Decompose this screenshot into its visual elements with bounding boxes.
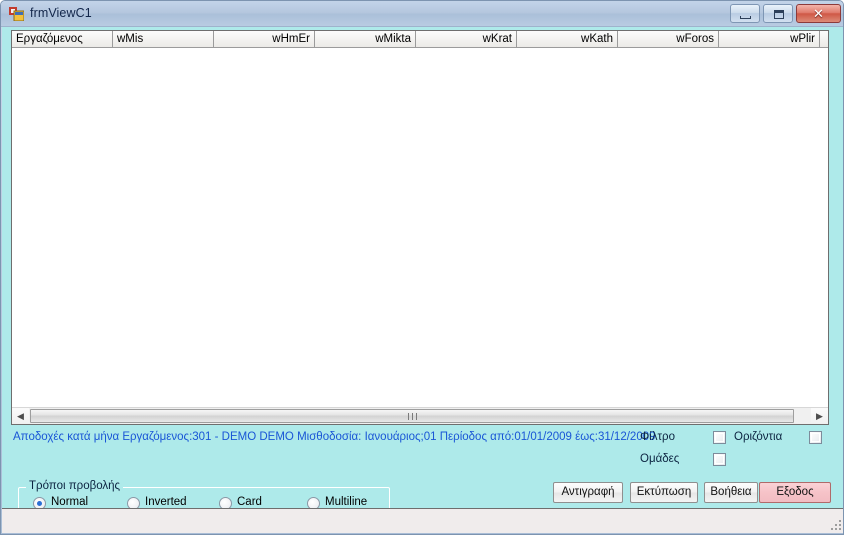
scrollbar-thumb[interactable] (30, 409, 794, 423)
close-button[interactable]: ✕ (796, 4, 841, 23)
resize-grip-icon[interactable] (830, 519, 841, 530)
scroll-right-button[interactable]: ▶ (811, 408, 828, 424)
groups-label: Ομάδες (640, 453, 680, 465)
chevron-right-icon: ▶ (816, 411, 823, 421)
grid-column-header[interactable]: wKrat (416, 31, 517, 48)
help-button[interactable]: Βοήθεια (704, 482, 758, 503)
chevron-left-icon: ◀ (17, 411, 24, 421)
scrollbar-grip-icon (408, 413, 417, 420)
filter-label: Φίλτρο (640, 431, 675, 443)
print-button[interactable]: Εκτύπωση (630, 482, 698, 503)
radio-label-inverted: Inverted (145, 496, 187, 508)
window-controls: ✕ (730, 4, 841, 23)
minimize-button[interactable] (730, 4, 760, 23)
grid-header-row: Εργαζόμενος wMis wHmEr wMikta wKrat wKat… (12, 31, 828, 48)
application-window: frmViewC1 ✕ Εργαζόμενος wMis wHmEr wMikt… (0, 0, 844, 535)
grid-column-header[interactable]: Εργαζόμενος (12, 31, 113, 48)
extra-checkbox[interactable] (809, 431, 822, 444)
client-area: Εργαζόμενος wMis wHmEr wMikta wKrat wKat… (2, 27, 843, 521)
grid-column-header[interactable]: wForos (618, 31, 719, 48)
maximize-button[interactable] (763, 4, 793, 23)
exit-button[interactable]: Εξοδος (759, 482, 831, 503)
grid-column-header[interactable]: wMis (113, 31, 214, 48)
radio-label-card: Card (237, 496, 262, 508)
scroll-left-button[interactable]: ◀ (12, 408, 29, 424)
copy-button[interactable]: Αντιγραφή (553, 482, 623, 503)
report-status-text: Αποδοχές κατά μήνα Εργαζόμενος:301 - DEM… (13, 431, 656, 443)
radio-label-multiline: Multiline (325, 496, 368, 508)
window-title: frmViewC1 (30, 6, 92, 20)
status-bar (2, 508, 843, 533)
form-icon (9, 7, 24, 21)
groups-checkbox[interactable] (713, 453, 726, 466)
radio-label-normal: Normal (51, 496, 89, 508)
filter-checkbox[interactable] (713, 431, 726, 444)
grid-column-header[interactable]: wPlir (719, 31, 820, 48)
data-grid[interactable]: Εργαζόμενος wMis wHmEr wMikta wKrat wKat… (11, 30, 829, 425)
grid-column-header[interactable]: wMikta (315, 31, 416, 48)
title-bar: frmViewC1 ✕ (1, 1, 843, 27)
horizontal-label: Οριζόντια (734, 431, 783, 443)
view-modes-title: Τρόποι προβολής (26, 480, 124, 492)
grid-column-header[interactable]: wKath (517, 31, 618, 48)
grid-horizontal-scrollbar[interactable]: ◀ ▶ (12, 407, 828, 424)
grid-column-header[interactable]: wHmEr (214, 31, 315, 48)
grid-header-filler (820, 31, 828, 48)
grid-body[interactable] (12, 48, 828, 407)
maximize-icon (774, 10, 784, 19)
close-icon: ✕ (813, 6, 824, 21)
minimize-icon (740, 16, 751, 19)
